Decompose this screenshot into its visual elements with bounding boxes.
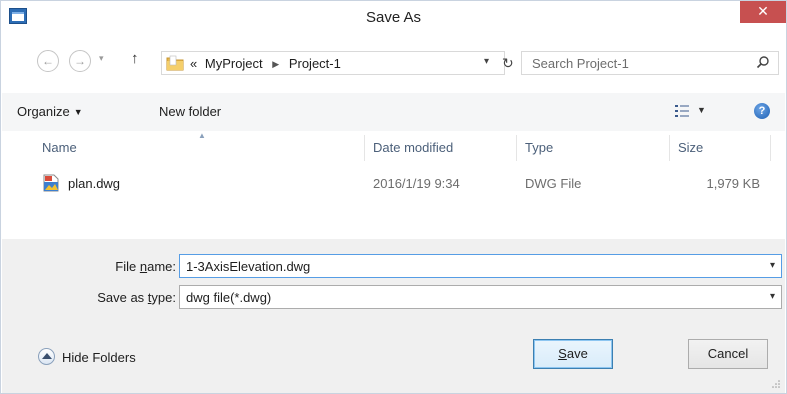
- new-folder-label: New folder: [159, 104, 222, 119]
- organize-button[interactable]: Organize ▼: [17, 104, 83, 119]
- folder-icon: [166, 55, 184, 71]
- column-divider[interactable]: [770, 135, 771, 161]
- resize-grip-icon[interactable]: [771, 379, 781, 389]
- save-as-type-select[interactable]: dwg file(*.dwg) ▾: [179, 285, 782, 309]
- search-box[interactable]: Search Project-1: [521, 51, 779, 75]
- forward-arrow-icon: →: [74, 54, 86, 68]
- save-as-type-value: dwg file(*.dwg): [186, 290, 272, 305]
- breadcrumb-item-myproject[interactable]: MyProject: [205, 56, 263, 71]
- back-arrow-icon: ←: [42, 54, 54, 68]
- chevron-down-icon: ▾: [769, 291, 775, 302]
- view-options-icon[interactable]: [674, 104, 690, 118]
- view-options-dropdown[interactable]: ▼: [697, 105, 706, 115]
- column-header-name[interactable]: Name: [42, 140, 77, 155]
- file-list-header: ▲ Name Date modified Type Size: [2, 131, 785, 165]
- help-icon[interactable]: ?: [754, 103, 770, 119]
- search-input[interactable]: Search Project-1: [532, 56, 629, 71]
- refresh-button[interactable]: ↻: [502, 55, 514, 72]
- column-header-size[interactable]: Size: [678, 140, 703, 155]
- forward-button[interactable]: →: [69, 50, 91, 72]
- dwg-file-icon: [43, 174, 59, 192]
- save-options-panel: File name: 1-3AxisElevation.dwg ▾ Save a…: [2, 239, 785, 393]
- address-dropdown[interactable]: ▾: [484, 56, 489, 67]
- file-size: 1,979 KB: [706, 176, 761, 191]
- cancel-button[interactable]: Cancel: [688, 339, 768, 369]
- recent-locations-dropdown[interactable]: ▾: [99, 53, 104, 64]
- organize-caret-icon: ▼: [73, 107, 83, 117]
- close-icon: ✕: [757, 3, 769, 19]
- breadcrumb-separator-icon[interactable]: ▶: [272, 59, 279, 69]
- column-header-type[interactable]: Type: [525, 140, 553, 155]
- file-name-field[interactable]: 1-3AxisElevation.dwg ▾: [179, 254, 782, 278]
- up-one-level-button[interactable]: ↑: [131, 50, 139, 67]
- save-button[interactable]: Save: [533, 339, 613, 369]
- breadcrumb-item-project-1[interactable]: Project-1: [289, 56, 341, 71]
- chevron-up-circle-icon: [38, 348, 55, 365]
- organize-label: Organize: [17, 104, 70, 119]
- save-as-dialog: Save As ✕ ← → ▾ ↑ « MyProject ▶ Project-…: [0, 0, 787, 394]
- back-button[interactable]: ←: [37, 50, 59, 72]
- close-button[interactable]: ✕: [740, 1, 786, 23]
- search-icon[interactable]: [756, 55, 770, 69]
- file-name-input[interactable]: 1-3AxisElevation.dwg: [186, 259, 310, 274]
- navigation-bar: ← → ▾ ↑ « MyProject ▶ Project-1 ▾ ↻ Sear…: [1, 43, 786, 93]
- address-bar[interactable]: « MyProject ▶ Project-1 ▾ ↻: [161, 51, 514, 75]
- column-divider[interactable]: [669, 135, 670, 161]
- column-divider[interactable]: [516, 135, 517, 161]
- breadcrumb: « MyProject ▶ Project-1: [190, 56, 341, 71]
- file-name: plan.dwg: [68, 176, 121, 191]
- hide-folders-label: Hide Folders: [62, 350, 136, 365]
- file-row[interactable]: plan.dwg 2016/1/19 9:34 DWG File 1,979 K…: [2, 171, 785, 197]
- column-header-date-modified[interactable]: Date modified: [373, 140, 453, 155]
- column-divider[interactable]: [364, 135, 365, 161]
- file-name-label: File name:: [115, 259, 176, 274]
- file-type: DWG File: [525, 176, 582, 191]
- file-date-modified: 2016/1/19 9:34: [373, 176, 460, 191]
- title-bar: Save As ✕: [1, 1, 786, 33]
- save-as-type-label: Save as type:: [97, 290, 176, 305]
- command-toolbar: Organize ▼ New folder ▼ ?: [2, 93, 785, 131]
- chevron-down-icon[interactable]: ▾: [770, 260, 775, 271]
- new-folder-button[interactable]: New folder: [159, 104, 221, 119]
- sort-ascending-icon: ▲: [198, 131, 206, 140]
- dialog-title: Save As: [365, 9, 422, 26]
- breadcrumb-overflow[interactable]: «: [190, 56, 197, 71]
